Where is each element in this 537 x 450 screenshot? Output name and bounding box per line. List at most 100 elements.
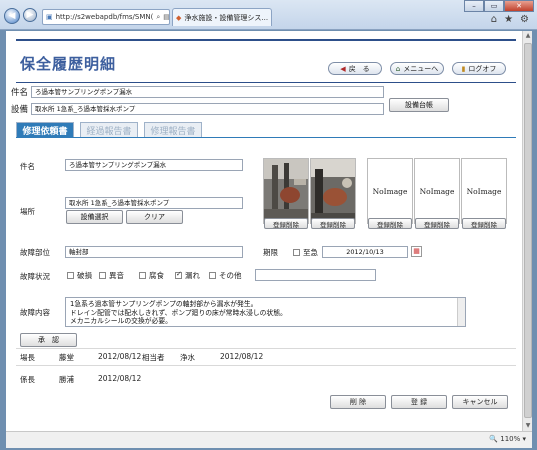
search-icon[interactable]: ⌕ (156, 13, 160, 22)
close-window-button[interactable]: ✕ (504, 0, 534, 12)
failure-content-label: 故障内容 (20, 308, 50, 317)
maximize-button[interactable]: ▭ (484, 0, 504, 12)
approval-date-2: 2012/08/12 (220, 352, 264, 361)
zoom-level: 110% (500, 435, 521, 443)
status-leak-label: 漏れ (185, 271, 200, 280)
failure-content-textarea[interactable]: 1急系ろ過本管サンプリングポンプの軸封部から漏水が発生。 ドレイン配管では配水し… (65, 297, 466, 327)
back-arrow-icon: ◀ (340, 64, 346, 73)
urgent-label: 至急 (303, 248, 318, 257)
photo-3-register-delete-button[interactable]: 登録削除 (368, 218, 412, 229)
minimize-button[interactable]: – (464, 0, 484, 12)
photo-4-register-delete-button[interactable]: 登録削除 (415, 218, 459, 229)
home-icon[interactable]: ⌂ (491, 14, 497, 25)
photo-3[interactable]: NoImage (367, 158, 413, 224)
zoom-control[interactable]: 🔍 110% ▾ (489, 435, 526, 443)
approval-role-1: 場長 (20, 353, 35, 362)
header-equipment-field[interactable]: 取水所 1急系_ろ過本管採水ポンプ (31, 103, 384, 115)
status-noise-checkbox[interactable] (99, 272, 106, 279)
page-viewport: 保全履歴明細 ◀ 戻 る ⌂ メニューへ ▮ ログオフ 件名 ろ過本管サンプリン… (6, 31, 522, 431)
tab-progress-report[interactable]: 経過報告書 (80, 122, 138, 137)
back-button[interactable]: ◀ 戻 る (328, 62, 382, 75)
status-other-label: その他 (219, 271, 242, 280)
status-other-checkbox[interactable] (209, 272, 216, 279)
tab-favicon-icon: ◆ (176, 13, 182, 22)
compatibility-icon[interactable]: ▤ (163, 13, 169, 22)
tab-repair-report[interactable]: 修理報告書 (144, 122, 202, 137)
page-icon: ▣ (46, 13, 53, 21)
approve-button[interactable]: 承 認 (20, 333, 77, 347)
approval-role-3: 係長 (20, 375, 35, 384)
textarea-scrollbar[interactable] (457, 298, 465, 326)
forward-icon[interactable]: ▶ (23, 8, 37, 22)
location-field[interactable]: 取水所 1急系_ろ過本管採水ポンプ (65, 197, 243, 209)
subject-field[interactable]: ろ過本管サンプリングポンプ漏水 (65, 159, 243, 171)
header-name-field[interactable]: ろ過本管サンプリングポンプ漏水 (31, 86, 384, 98)
settings-gear-icon[interactable]: ⚙ (520, 14, 529, 25)
status-corrosion-label: 腐食 (149, 271, 164, 280)
select-equipment-button[interactable]: 設備選択 (66, 210, 123, 224)
approval-name-2: 浄水 (180, 353, 195, 362)
photo-1-register-delete-button[interactable]: 登録削除 (264, 218, 308, 229)
deadline-date-field[interactable]: 2012/10/13 (322, 246, 408, 258)
equipment-ledger-button[interactable]: 設備台帳 (389, 98, 449, 112)
calendar-icon[interactable]: ▦ (411, 246, 422, 257)
back-button-label: 戻 る (348, 64, 370, 73)
header-equipment-label: 設備 (11, 105, 29, 115)
failure-part-field[interactable]: 軸封部 (65, 246, 243, 258)
deadline-label: 期限 (263, 248, 278, 257)
address-url: http://s2webapdb/fms/SMN( (55, 13, 154, 21)
tab-repair-request[interactable]: 修理依頼書 (16, 122, 74, 137)
status-damage-checkbox[interactable] (67, 272, 74, 279)
logoff-icon: ▮ (461, 64, 466, 73)
back-icon[interactable]: ◀ (4, 8, 20, 24)
status-bar: 🔍 110% ▾ (6, 431, 532, 448)
register-button[interactable]: 登 録 (391, 395, 447, 409)
urgent-checkbox[interactable] (293, 249, 300, 256)
tab-title: 浄水施設・設備管理シス... (184, 13, 269, 22)
scroll-down-icon[interactable]: ▼ (523, 421, 533, 431)
subject-label: 件名 (20, 162, 35, 171)
scrollbar-thumb[interactable] (524, 43, 532, 418)
photo-2-register-delete-button[interactable]: 登録削除 (311, 218, 355, 229)
failure-content-line-3: メカニカルシールの交換が必要。 (70, 317, 172, 325)
delete-button[interactable]: 削 除 (330, 395, 386, 409)
browser-chrome: ◀ ▶ ▣ http://s2webapdb/fms/SMN( ⌕ ▤ ↻ ✕ … (0, 0, 537, 30)
logoff-button-label: ログオフ (468, 64, 497, 73)
header-divider (16, 82, 516, 83)
approval-name-3: 勝浦 (59, 375, 74, 384)
status-noise-label: 異音 (109, 271, 124, 280)
approval-role-2: 相当者 (142, 353, 165, 362)
header-name-label: 件名 (11, 88, 29, 98)
status-corrosion-checkbox[interactable] (139, 272, 146, 279)
vertical-scrollbar[interactable]: ▲ ▼ (522, 31, 532, 431)
photo-1-image (264, 159, 308, 223)
scroll-up-icon[interactable]: ▲ (523, 31, 533, 41)
menu-button-label: メニューへ (403, 64, 439, 73)
house-icon: ⌂ (395, 64, 401, 73)
top-divider (16, 39, 516, 41)
tab-underline (16, 137, 516, 138)
menu-button[interactable]: ⌂ メニューへ (390, 62, 444, 75)
photo-5[interactable]: NoImage (461, 158, 507, 224)
status-leak-checkbox[interactable] (175, 270, 182, 279)
tab-close-icon[interactable]: ✕ (271, 14, 272, 22)
clear-button[interactable]: クリア (126, 210, 183, 224)
photo-5-register-delete-button[interactable]: 登録削除 (462, 218, 506, 229)
photo-2-image (311, 159, 355, 223)
browser-tab[interactable]: ◆ 浄水施設・設備管理シス... ✕ (172, 8, 272, 26)
approval-name-1: 藤堂 (59, 353, 74, 362)
photo-4[interactable]: NoImage (414, 158, 460, 224)
photo-2[interactable] (310, 158, 356, 224)
approval-divider-mid (16, 365, 516, 366)
page-title: 保全履歴明細 (20, 55, 117, 73)
photo-1[interactable] (263, 158, 309, 224)
logoff-button[interactable]: ▮ ログオフ (452, 62, 506, 75)
address-bar[interactable]: ▣ http://s2webapdb/fms/SMN( ⌕ ▤ ↻ ✕ (42, 9, 170, 25)
favorites-star-icon[interactable]: ★ (504, 14, 513, 25)
location-label: 場所 (20, 207, 35, 216)
status-other-field[interactable] (255, 269, 376, 281)
failure-part-label: 故障部位 (20, 248, 50, 257)
cancel-button[interactable]: キャンセル (452, 395, 508, 409)
failure-status-label: 故障状況 (20, 272, 50, 281)
status-damage-label: 破損 (77, 271, 92, 280)
